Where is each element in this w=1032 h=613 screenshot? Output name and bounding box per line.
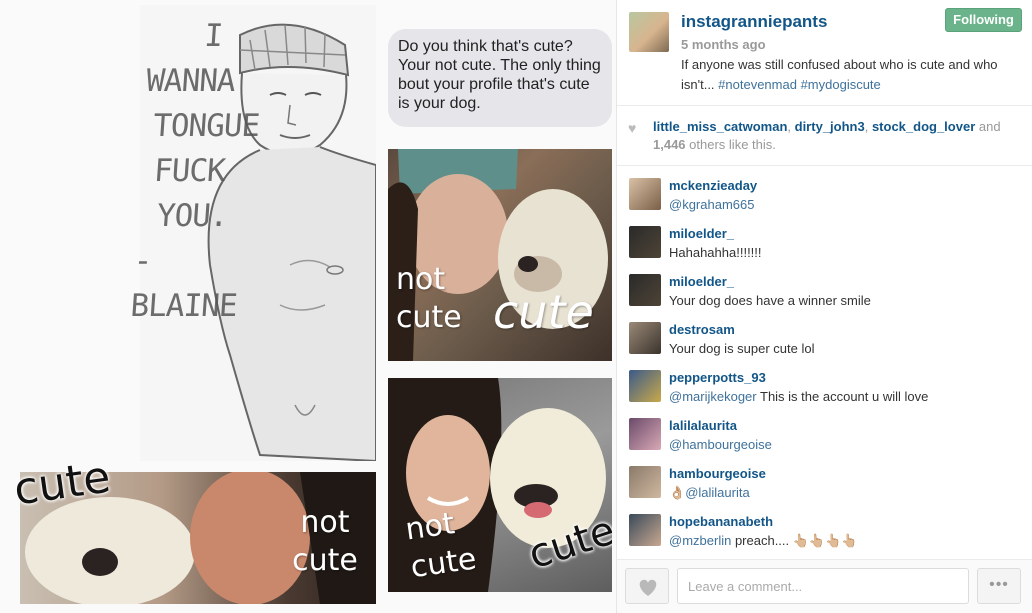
comment-body: Your dog is super cute lol <box>669 341 815 356</box>
heart-icon <box>639 579 657 596</box>
comments-list: mckenzieaday @kgraham665 miloelder_ Haha… <box>617 167 1032 559</box>
sketch-line: -BLAINE <box>129 243 238 324</box>
comment-mention[interactable]: @marijkekoger <box>669 389 757 404</box>
comment-mention[interactable]: @mzberlin <box>669 533 731 548</box>
avatar[interactable] <box>629 226 661 258</box>
following-button[interactable]: Following <box>945 8 1022 32</box>
comment-username[interactable]: miloelder_ <box>669 274 734 289</box>
comment-username[interactable]: mckenzieaday <box>669 178 757 193</box>
liker-link[interactable]: little_miss_catwoman <box>653 119 787 134</box>
cute-label: cute <box>493 285 594 339</box>
comment-mention[interactable]: @lalilaurita <box>685 485 750 500</box>
comment-text: Your dog is super cute lol <box>669 341 815 356</box>
comment-text: @mzberlin preach.... 👆🏼👆🏼👆🏼👆🏼 <box>669 533 858 549</box>
message-bubble: Do you think that's cute? Your not cute.… <box>388 29 612 127</box>
like-button[interactable] <box>625 568 669 604</box>
sketch-caption: I WANNA TONGUE FUCK YOU. -BLAINE <box>129 14 271 329</box>
post-details-panel: instagranniepants Following 5 months ago… <box>617 0 1032 613</box>
comment-mention[interactable]: @kgraham665 <box>669 197 754 212</box>
comment-body: This is the account u will love <box>756 389 929 404</box>
comment-username[interactable]: destrosam <box>669 322 735 337</box>
likes-count[interactable]: 1,446 <box>653 137 686 152</box>
avatar[interactable] <box>629 514 661 546</box>
likes-tail: others like this. <box>689 137 776 152</box>
sketch-line: FUCK <box>152 153 226 189</box>
caption-hashtags[interactable]: #notevenmad #mydogiscute <box>718 77 881 92</box>
comment-item: hopebananabeth @mzberlin preach.... 👆🏼👆🏼… <box>617 505 1032 553</box>
selfie-panel-2: not cute cute <box>388 378 612 592</box>
comment-username[interactable]: hopebananabeth <box>669 514 773 529</box>
comment-item: destrosam Your dog is super cute lol <box>617 313 1032 361</box>
comment-item: pepperpotts_93 @marijkekoger This is the… <box>617 361 1032 409</box>
comment-text: 👌🏼@lalilaurita <box>669 485 750 501</box>
avatar[interactable] <box>629 178 661 210</box>
comment-item: miloelder_ Hahahahha!!!!!!! <box>617 217 1032 265</box>
avatar[interactable] <box>629 370 661 402</box>
comment-item: mckenzieaday @kgraham665 <box>617 169 1032 217</box>
selfie-panel-1: not cute cute <box>388 149 612 361</box>
likes-and: and <box>978 119 1001 134</box>
avatar[interactable] <box>629 466 661 498</box>
liker-link[interactable]: dirty_john3 <box>795 119 865 134</box>
comment-text: Your dog does have a winner smile <box>669 293 871 308</box>
comment-body: preach.... 👆🏼👆🏼👆🏼👆🏼 <box>731 533 858 548</box>
avatar[interactable] <box>629 274 661 306</box>
sketch-line: TONGUE <box>151 108 261 144</box>
not-cute-label: not cute <box>403 506 479 586</box>
comment-username[interactable]: lalilalaurita <box>669 418 737 433</box>
comment-body: Hahahahha!!!!!!! <box>669 245 762 260</box>
comment-item: miloelder_ Your dog does have a winner s… <box>617 265 1032 313</box>
avatar[interactable] <box>629 12 669 52</box>
sketch-line: WANNA <box>145 63 236 99</box>
post-header: instagranniepants Following 5 months ago… <box>617 0 1032 106</box>
avatar[interactable] <box>629 418 661 450</box>
comment-body: 👌🏼 <box>669 485 686 500</box>
comment-footer: ••• <box>617 559 1032 613</box>
comment-text: @kgraham665 <box>669 197 754 212</box>
comment-body: Your dog does have a winner smile <box>669 293 871 308</box>
likes-summary: little_miss_catwoman, dirty_john3, stock… <box>653 119 1001 152</box>
post-image: I WANNA TONGUE FUCK YOU. -BLAINE Do you … <box>0 0 617 613</box>
liker-link[interactable]: stock_dog_lover <box>872 119 975 134</box>
sketch-line: YOU. <box>155 198 229 234</box>
sketch-line: I <box>203 18 224 54</box>
not-cute-label: not cute <box>292 505 358 578</box>
heart-icon: ♥ <box>628 120 637 136</box>
comment-mention[interactable]: @hambourgeoise <box>669 437 772 452</box>
comment-text: @marijkekoger This is the account u will… <box>669 389 928 404</box>
more-options-button[interactable]: ••• <box>977 568 1021 604</box>
comment-username[interactable]: pepperpotts_93 <box>669 370 766 385</box>
comment-item: lalilalaurita @hambourgeoise <box>617 409 1032 457</box>
post-timestamp[interactable]: 5 months ago <box>681 37 766 52</box>
cute-label: cute <box>10 451 114 516</box>
comment-item: hambourgeoise 👌🏼@lalilaurita <box>617 457 1032 505</box>
avatar[interactable] <box>629 322 661 354</box>
comment-username[interactable]: hambourgeoise <box>669 466 766 481</box>
post-caption: If anyone was still confused about who i… <box>681 55 1021 95</box>
author-username[interactable]: instagranniepants <box>681 12 827 32</box>
comment-input[interactable] <box>677 568 969 604</box>
comment-text: Hahahahha!!!!!!! <box>669 245 762 260</box>
comment-text: @hambourgeoise <box>669 437 772 452</box>
comment-username[interactable]: miloelder_ <box>669 226 734 241</box>
likes-section: ♥ little_miss_catwoman, dirty_john3, sto… <box>617 106 1032 166</box>
not-cute-label: not cute <box>396 262 462 335</box>
